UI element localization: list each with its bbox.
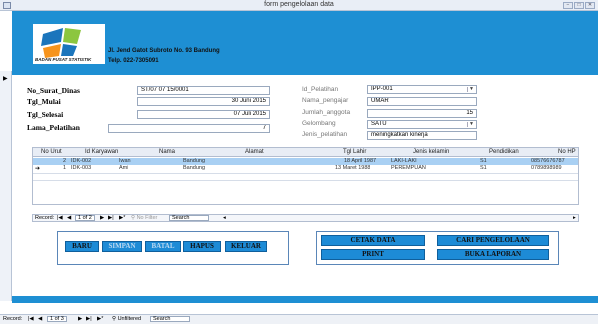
chevron-down-icon[interactable]: ▼ xyxy=(467,87,475,92)
datasheet-navigation: Record: |◀ ◀ 1 of 2 ▶ ▶| ▶* ⚲ No Filter … xyxy=(32,214,579,222)
cari-pengelolaan-button[interactable]: CARI PENGELOLAAN xyxy=(437,235,549,246)
scroll-right-icon[interactable]: ▸ xyxy=(573,215,576,221)
cell-id-karyawan[interactable]: IDK-003 xyxy=(71,165,91,172)
jumlah-anggota-field[interactable]: 15 xyxy=(367,109,477,118)
nama-pengajar-field[interactable]: UMAR xyxy=(367,97,477,106)
first-record-icon[interactable]: |◀ xyxy=(28,315,34,323)
window-title: form pengelolaan data xyxy=(264,1,334,8)
chevron-down-icon[interactable]: ▼ xyxy=(467,122,475,127)
cell-alamat[interactable]: Bandung xyxy=(183,158,205,165)
tgl-selesai-label: Tgl_Selesai xyxy=(27,110,64,119)
cetak-data-button[interactable]: CETAK DATA xyxy=(321,235,425,246)
cell-no-hp[interactable]: 0789898989 xyxy=(531,165,577,172)
keluar-button[interactable]: KELUAR xyxy=(225,241,267,252)
scroll-left-icon[interactable]: ◂ xyxy=(223,215,226,221)
gelombang-label: Gelombang xyxy=(302,120,336,127)
column-header-id-karyawan[interactable]: Id Karyawan xyxy=(85,149,118,155)
cell-tgl-lahir[interactable]: 13 Maret 1988 xyxy=(335,165,370,172)
cell-alamat[interactable]: Bandung xyxy=(183,165,205,172)
last-record-icon[interactable]: ▶| xyxy=(86,315,92,323)
id-pelatihan-value: IPP-001 xyxy=(371,86,393,92)
form-record-navigation: Record: |◀ ◀ 1 of 3 ▶ ▶| ▶* ⚲ Unfiltered… xyxy=(0,314,598,324)
filter-status-text: No Filter xyxy=(136,215,158,221)
cell-no-urut[interactable]: 1 xyxy=(63,165,66,172)
cell-no-urut[interactable]: 2 xyxy=(63,158,66,165)
id-pelatihan-label: Id_Pelatihan xyxy=(302,86,339,93)
column-header-jenis-kelamin[interactable]: Jenis kelamin xyxy=(413,149,449,155)
column-header-no-hp[interactable]: No HP xyxy=(558,149,576,155)
datasheet-search-field[interactable]: Search xyxy=(169,215,209,221)
column-header-tgl-lahir[interactable]: Tgl Lahir xyxy=(343,149,366,155)
next-record-icon[interactable]: ▶ xyxy=(100,215,104,221)
cell-tgl-lahir[interactable]: 18 April 1987 xyxy=(344,158,376,165)
hapus-button[interactable]: HAPUS xyxy=(183,241,221,252)
logo-caption: BADAN PUSAT STATISTIK xyxy=(35,57,92,62)
office-address: Jl. Jend Gatot Subroto No. 93 Bandung xyxy=(108,48,220,54)
cell-jenis-kelamin[interactable]: PEREMPUAN xyxy=(391,165,426,172)
datasheet-header: No Urut Id Karyawan Nama Alamat Tgl Lahi… xyxy=(33,148,578,157)
karyawan-datasheet[interactable]: No Urut Id Karyawan Nama Alamat Tgl Lahi… xyxy=(32,147,579,205)
report-button-panel: CETAK DATA PRINT CARI PENGELOLAAN BUKA L… xyxy=(316,231,559,265)
column-header-nama[interactable]: Nama xyxy=(159,149,175,155)
filter-status-text: Unfiltered xyxy=(117,316,142,322)
jenis-pelatihan-field[interactable]: meningkatkan kinerja xyxy=(367,131,477,140)
tgl-selesai-field[interactable]: 07 Juli 2015 xyxy=(137,110,270,119)
status-record-label: Record: xyxy=(3,316,23,322)
gelombang-value: SATU xyxy=(371,121,387,127)
last-record-icon[interactable]: ▶| xyxy=(108,215,114,221)
form-top-border xyxy=(12,71,598,75)
form-footer-band xyxy=(12,296,598,303)
cell-pendidikan[interactable]: S1 xyxy=(480,165,487,172)
jumlah-anggota-label: Jumlah_anggota xyxy=(302,109,351,116)
bps-logo: BADAN PUSAT STATISTIK xyxy=(33,24,105,64)
cell-jenis-kelamin[interactable]: LAKI-LAKI xyxy=(391,158,417,165)
column-header-pendidikan[interactable]: Pendidikan xyxy=(489,149,519,155)
office-phone: Telp. 022-7305091 xyxy=(108,58,159,64)
nama-pengajar-label: Nama_pengajar xyxy=(302,97,349,104)
status-search-field[interactable]: Search xyxy=(150,316,190,322)
cell-nama[interactable]: Iwan xyxy=(119,158,131,165)
record-nav-label: Record: xyxy=(35,215,55,221)
new-record-arrow-icon: ➔ xyxy=(35,166,41,172)
id-pelatihan-combo[interactable]: IPP-001 ▼ xyxy=(367,85,477,94)
prev-record-icon[interactable]: ◀ xyxy=(38,315,42,323)
no-surat-field[interactable]: ST/07 07 15/0001 xyxy=(137,86,270,95)
cell-nama[interactable]: Ami xyxy=(119,165,128,172)
batal-button[interactable]: BATAL xyxy=(145,241,181,252)
baru-button[interactable]: BARU xyxy=(65,241,99,252)
jenis-pelatihan-label: Jenis_pelatihan xyxy=(302,131,348,138)
new-record-icon[interactable]: ▶* xyxy=(119,215,125,221)
tgl-mulai-label: Tgl_Mulai xyxy=(27,97,61,106)
simpan-button[interactable]: SIMPAN xyxy=(102,241,142,252)
cell-pendidikan[interactable]: S1 xyxy=(480,158,487,165)
current-record-arrow-icon: ▶ xyxy=(3,76,8,82)
table-row[interactable]: 1 IDK-003 Ami Bandung 13 Maret 1988 PERE… xyxy=(33,165,578,172)
gelombang-combo[interactable]: SATU ▼ xyxy=(367,120,477,129)
filter-status[interactable]: ⚲ Unfiltered xyxy=(112,315,141,323)
cell-id-karyawan[interactable]: IDK-002 xyxy=(71,158,91,165)
column-header-alamat[interactable]: Alamat xyxy=(245,149,264,155)
status-record-position[interactable]: 1 of 3 xyxy=(47,316,67,322)
cell-no-hp[interactable]: 08576676787 xyxy=(531,158,577,165)
filter-status[interactable]: ⚲ No Filter xyxy=(131,215,157,221)
buka-laporan-button[interactable]: BUKA LAPORAN xyxy=(437,249,549,260)
table-row[interactable]: 2 IDK-002 Iwan Bandung 18 April 1987 LAK… xyxy=(33,158,578,165)
action-button-panel: BARU SIMPAN BATAL HAPUS KELUAR xyxy=(57,231,289,265)
new-record-row[interactable] xyxy=(33,173,578,181)
record-selector-column[interactable] xyxy=(0,71,12,301)
tgl-mulai-field[interactable]: 30 Juni 2015 xyxy=(137,97,270,106)
lama-pelatihan-field[interactable]: 7 xyxy=(108,124,270,133)
record-position-field[interactable]: 1 of 2 xyxy=(75,215,95,221)
next-record-icon[interactable]: ▶ xyxy=(78,315,82,323)
close-button[interactable]: ✕ xyxy=(585,2,595,9)
column-header-no-urut[interactable]: No Urut xyxy=(41,149,62,155)
first-record-icon[interactable]: |◀ xyxy=(57,215,63,221)
maximize-button[interactable]: □ xyxy=(574,2,584,9)
minimize-button[interactable]: − xyxy=(563,2,573,9)
print-button[interactable]: PRINT xyxy=(321,249,425,260)
prev-record-icon[interactable]: ◀ xyxy=(67,215,71,221)
no-surat-label: No_Surat_Dinas xyxy=(27,86,80,95)
lama-pelatihan-label: Lama_Pelatihan xyxy=(27,123,80,132)
new-record-icon[interactable]: ▶* xyxy=(97,315,103,323)
